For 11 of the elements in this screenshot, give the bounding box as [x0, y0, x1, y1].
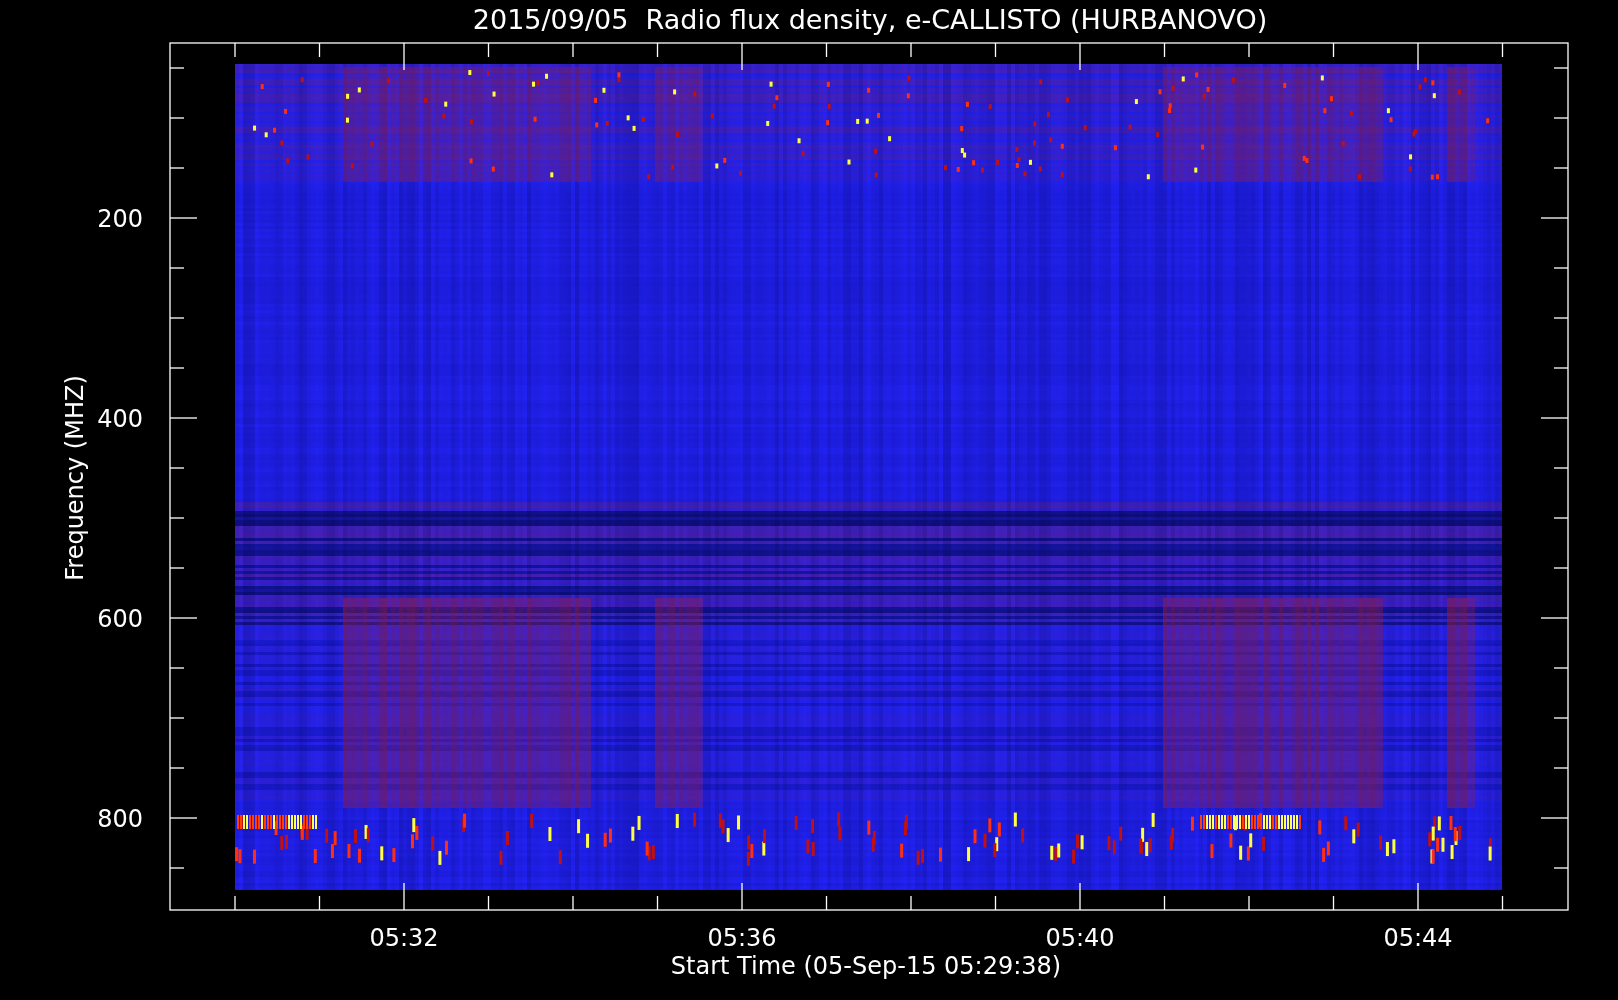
axis-tick-label: 05:40 [1045, 924, 1115, 952]
axis-tick-label: 200 [97, 205, 143, 233]
axis-label: Start Time (05-Sep-15 05:29:38) [670, 952, 1062, 980]
axis-tick-label: 800 [97, 805, 143, 833]
axis-tick-label: 400 [97, 405, 143, 433]
axis-tick-label: 05:32 [369, 924, 439, 952]
axis-tick-label: 600 [97, 605, 143, 633]
axis-label: Frequency (MHZ) [61, 375, 89, 581]
axis-tick-label: 05:36 [707, 924, 777, 952]
axis-tick-label: 05:44 [1383, 924, 1453, 952]
chart-title: 2015/09/05 Radio flux density, e-CALLISTO (HURBANOVO) [472, 4, 1268, 35]
